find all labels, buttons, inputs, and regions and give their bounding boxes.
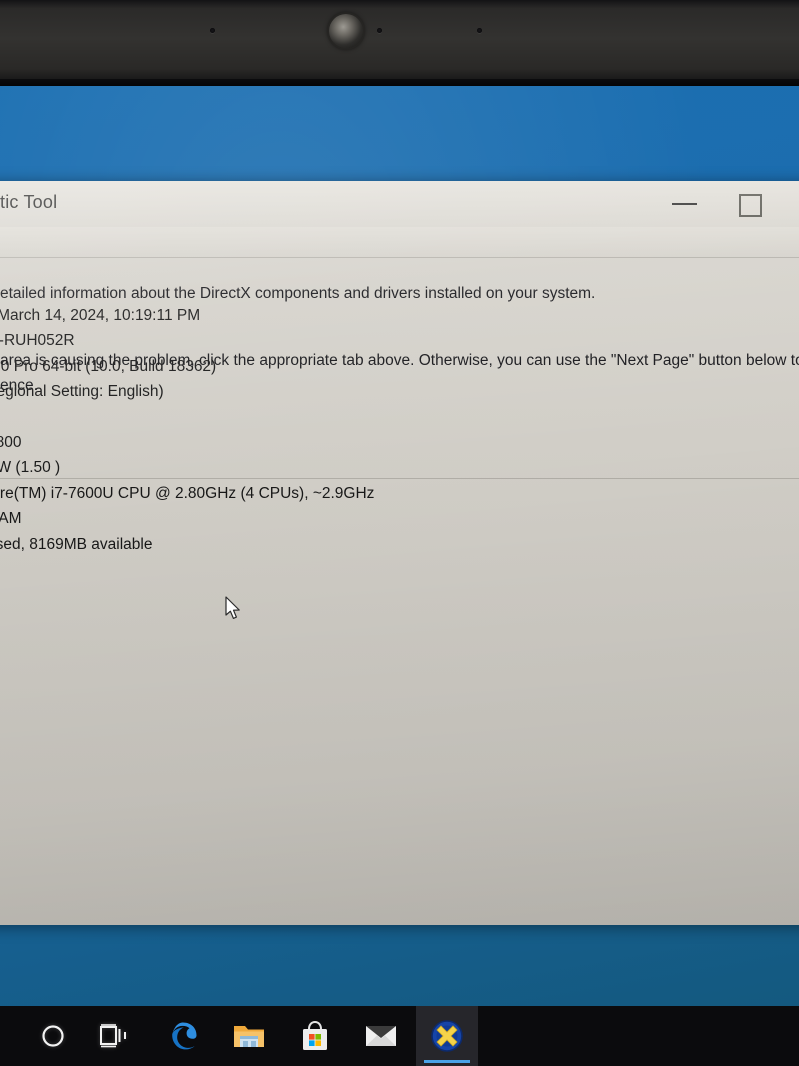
system-info-row: DirectX Version:DirectX 12 <box>0 561 662 586</box>
system-info-row: System Model:20HGS3R800 <box>0 434 662 459</box>
task-view-icon[interactable] <box>84 1006 146 1066</box>
system-info-row: Operating System:Windows 10 Pro 64-bit (… <box>0 358 662 383</box>
system-info-value: English (Regional Setting: English) <box>0 383 164 401</box>
dxdiag-icon[interactable] <box>416 1006 478 1066</box>
cortana-icon[interactable] <box>22 1006 84 1066</box>
file-explorer-icon[interactable] <box>218 1006 280 1066</box>
mouse-cursor <box>225 596 240 619</box>
system-info-value: Windows 10 Pro 64-bit (10.0, Build 18362… <box>0 357 217 375</box>
webcam-icon <box>329 14 363 48</box>
system-info-row: Computer Name:DESKTOP-RUH052R <box>0 332 662 357</box>
system-info-row: BIOS:N1WET71W (1.50 ) <box>0 459 662 484</box>
system-info-row: Processor:Intel(R) Core(TM) i7-7600U CPU… <box>0 485 662 510</box>
edge-icon[interactable] <box>152 1006 214 1066</box>
system-info-row: Current Date/Time:Thursday, March 14, 20… <box>0 307 662 332</box>
system-info-row: Page file:1777MB used, 8169MB available <box>0 536 662 561</box>
system-info-value: 8192MB RAM <box>0 510 22 528</box>
window-title: tic Tool <box>0 192 58 212</box>
system-info-value: 20HGS3R800 <box>0 433 22 451</box>
mail-icon[interactable] <box>350 1006 412 1066</box>
system-info-table: Current Date/Time:Thursday, March 14, 20… <box>0 307 662 586</box>
bezel-mic-dot <box>477 28 482 33</box>
minimize-button[interactable] <box>662 181 708 227</box>
bezel-indicator-dot <box>377 28 382 33</box>
minimize-icon <box>672 203 697 205</box>
maximize-icon <box>739 194 762 217</box>
system-info-value: DESKTOP-RUH052R <box>0 332 75 350</box>
intro-line-1: etailed information about the DirectX co… <box>0 285 596 302</box>
system-info-row: System Manufacturer:LENOVO <box>0 409 662 434</box>
system-info-row: Language:English (Regional Setting: Engl… <box>0 383 662 408</box>
system-info-row: Memory:8192MB RAM <box>0 510 662 535</box>
window-body: etailed information about the DirectX co… <box>0 258 799 925</box>
system-info-value: 1777MB used, 8169MB available <box>0 535 153 553</box>
system-info-value: Thursday, March 14, 2024, 10:19:11 PM <box>0 307 201 324</box>
maximize-button[interactable] <box>726 181 772 227</box>
dxdiag-window: tic Tool ound Input etailed information … <box>0 181 799 925</box>
system-info-value: N1WET71W (1.50 ) <box>0 459 61 477</box>
microsoft-store-icon[interactable] <box>284 1006 346 1066</box>
laptop-bezel <box>0 0 799 86</box>
windows-taskbar <box>0 1006 799 1066</box>
tab-strip: ound Input <box>0 227 799 258</box>
system-info-value: Intel(R) Core(TM) i7-7600U CPU @ 2.80GHz… <box>0 484 375 502</box>
bezel-sensor-dot <box>210 28 215 33</box>
window-title-bar[interactable]: tic Tool <box>0 181 799 227</box>
